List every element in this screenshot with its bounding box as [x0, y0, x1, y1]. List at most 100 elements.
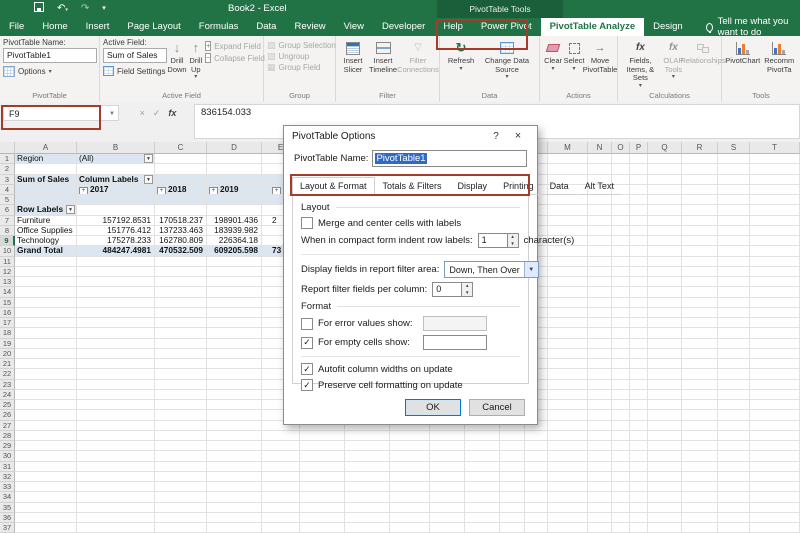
- cell-D37[interactable]: [207, 523, 262, 533]
- cell-G36[interactable]: [345, 512, 390, 523]
- cell-S6[interactable]: [718, 205, 750, 216]
- cell-P25[interactable]: [630, 400, 648, 411]
- cell-D12[interactable]: [207, 266, 262, 277]
- cell-A18[interactable]: [15, 328, 77, 339]
- cell-I36[interactable]: [430, 512, 465, 523]
- cell-P33[interactable]: [630, 482, 648, 493]
- cell-Q21[interactable]: [648, 359, 682, 370]
- row-header-18[interactable]: 18: [0, 328, 15, 339]
- help-icon[interactable]: ?: [485, 131, 507, 142]
- cell-N11[interactable]: [588, 256, 612, 267]
- cell-M5[interactable]: [548, 195, 588, 206]
- cell-P18[interactable]: [630, 328, 648, 339]
- cell-G32[interactable]: [345, 471, 390, 482]
- options-button[interactable]: Options ▾: [3, 66, 97, 77]
- spinner-down-icon[interactable]: ▼: [507, 240, 518, 247]
- row-header-32[interactable]: 32: [0, 471, 15, 482]
- cell-Q5[interactable]: [648, 195, 682, 206]
- row-header-34[interactable]: 34: [0, 492, 15, 503]
- cell-S7[interactable]: [718, 215, 750, 226]
- cell-N30[interactable]: [588, 451, 612, 462]
- cell-C31[interactable]: [155, 461, 207, 472]
- cell-B23[interactable]: [77, 379, 155, 390]
- row-header-21[interactable]: 21: [0, 359, 15, 370]
- cell-T16[interactable]: [750, 307, 800, 318]
- cell-F30[interactable]: [300, 451, 345, 462]
- cell-J31[interactable]: [465, 461, 500, 472]
- row-header-10[interactable]: 10: [0, 246, 15, 257]
- cell-N24[interactable]: [588, 389, 612, 400]
- cell-R1[interactable]: [682, 154, 718, 165]
- pivot-expand-icon[interactable]: +: [157, 186, 166, 194]
- row-header-5[interactable]: 5: [0, 195, 15, 206]
- collapse-field-button[interactable]: − Collapse Field: [205, 53, 265, 63]
- cell-F34[interactable]: [300, 492, 345, 503]
- column-header-R[interactable]: R: [682, 142, 718, 154]
- cell-Q17[interactable]: [648, 318, 682, 329]
- cell-S10[interactable]: [718, 246, 750, 257]
- cell-O16[interactable]: [612, 307, 630, 318]
- cell-C33[interactable]: [155, 482, 207, 493]
- cell-P36[interactable]: [630, 512, 648, 523]
- cell-S27[interactable]: [718, 420, 750, 431]
- cell-R32[interactable]: [682, 471, 718, 482]
- cell-K33[interactable]: [500, 482, 525, 493]
- preserve-formatting-checkbox[interactable]: [301, 379, 313, 391]
- cell-K29[interactable]: [500, 441, 525, 452]
- cell-G29[interactable]: [345, 441, 390, 452]
- cell-N1[interactable]: [588, 154, 612, 165]
- cell-A17[interactable]: [15, 318, 77, 329]
- cell-L30[interactable]: [525, 451, 548, 462]
- cell-L34[interactable]: [525, 492, 548, 503]
- cell-N9[interactable]: [588, 236, 612, 247]
- cell-M17[interactable]: [548, 318, 588, 329]
- cell-T35[interactable]: [750, 502, 800, 513]
- cell-B5[interactable]: [77, 195, 155, 206]
- tab-help[interactable]: Help: [434, 18, 472, 36]
- cell-E36[interactable]: [262, 512, 300, 523]
- cell-N35[interactable]: [588, 502, 612, 513]
- cell-P22[interactable]: [630, 369, 648, 380]
- cell-C24[interactable]: [155, 389, 207, 400]
- cell-S36[interactable]: [718, 512, 750, 523]
- cell-O37[interactable]: [612, 523, 630, 533]
- cell-E28[interactable]: [262, 430, 300, 441]
- cell-M32[interactable]: [548, 471, 588, 482]
- dialog-tab-layout-format[interactable]: Layout & Format: [292, 177, 375, 195]
- row-header-26[interactable]: 26: [0, 410, 15, 421]
- cell-M1[interactable]: [548, 154, 588, 165]
- cell-A24[interactable]: [15, 389, 77, 400]
- cell-R9[interactable]: [682, 236, 718, 247]
- column-header-O[interactable]: O: [612, 142, 630, 154]
- cell-R6[interactable]: [682, 205, 718, 216]
- cell-A13[interactable]: [15, 277, 77, 288]
- tab-review[interactable]: Review: [285, 18, 334, 36]
- cell-M34[interactable]: [548, 492, 588, 503]
- cell-A35[interactable]: [15, 502, 77, 513]
- cell-P21[interactable]: [630, 359, 648, 370]
- tell-me-box[interactable]: Tell me what you want to do: [692, 16, 800, 38]
- cell-P3[interactable]: [630, 174, 648, 185]
- cell-R3[interactable]: [682, 174, 718, 185]
- cell-R27[interactable]: [682, 420, 718, 431]
- cell-K35[interactable]: [500, 502, 525, 513]
- cell-N34[interactable]: [588, 492, 612, 503]
- pivot-expand-icon[interactable]: +: [79, 186, 88, 194]
- cell-E35[interactable]: [262, 502, 300, 513]
- cell-C21[interactable]: [155, 359, 207, 370]
- cell-D13[interactable]: [207, 277, 262, 288]
- cell-M14[interactable]: [548, 287, 588, 298]
- cell-C9[interactable]: 162780.809: [155, 236, 207, 247]
- cell-I29[interactable]: [430, 441, 465, 452]
- cell-O32[interactable]: [612, 471, 630, 482]
- cell-C14[interactable]: [155, 287, 207, 298]
- cell-A32[interactable]: [15, 471, 77, 482]
- cell-A26[interactable]: [15, 410, 77, 421]
- cell-B31[interactable]: [77, 461, 155, 472]
- cell-I32[interactable]: [430, 471, 465, 482]
- cell-A29[interactable]: [15, 441, 77, 452]
- cell-L33[interactable]: [525, 482, 548, 493]
- error-values-input[interactable]: [423, 316, 487, 331]
- cell-B21[interactable]: [77, 359, 155, 370]
- cell-D3[interactable]: [207, 174, 262, 185]
